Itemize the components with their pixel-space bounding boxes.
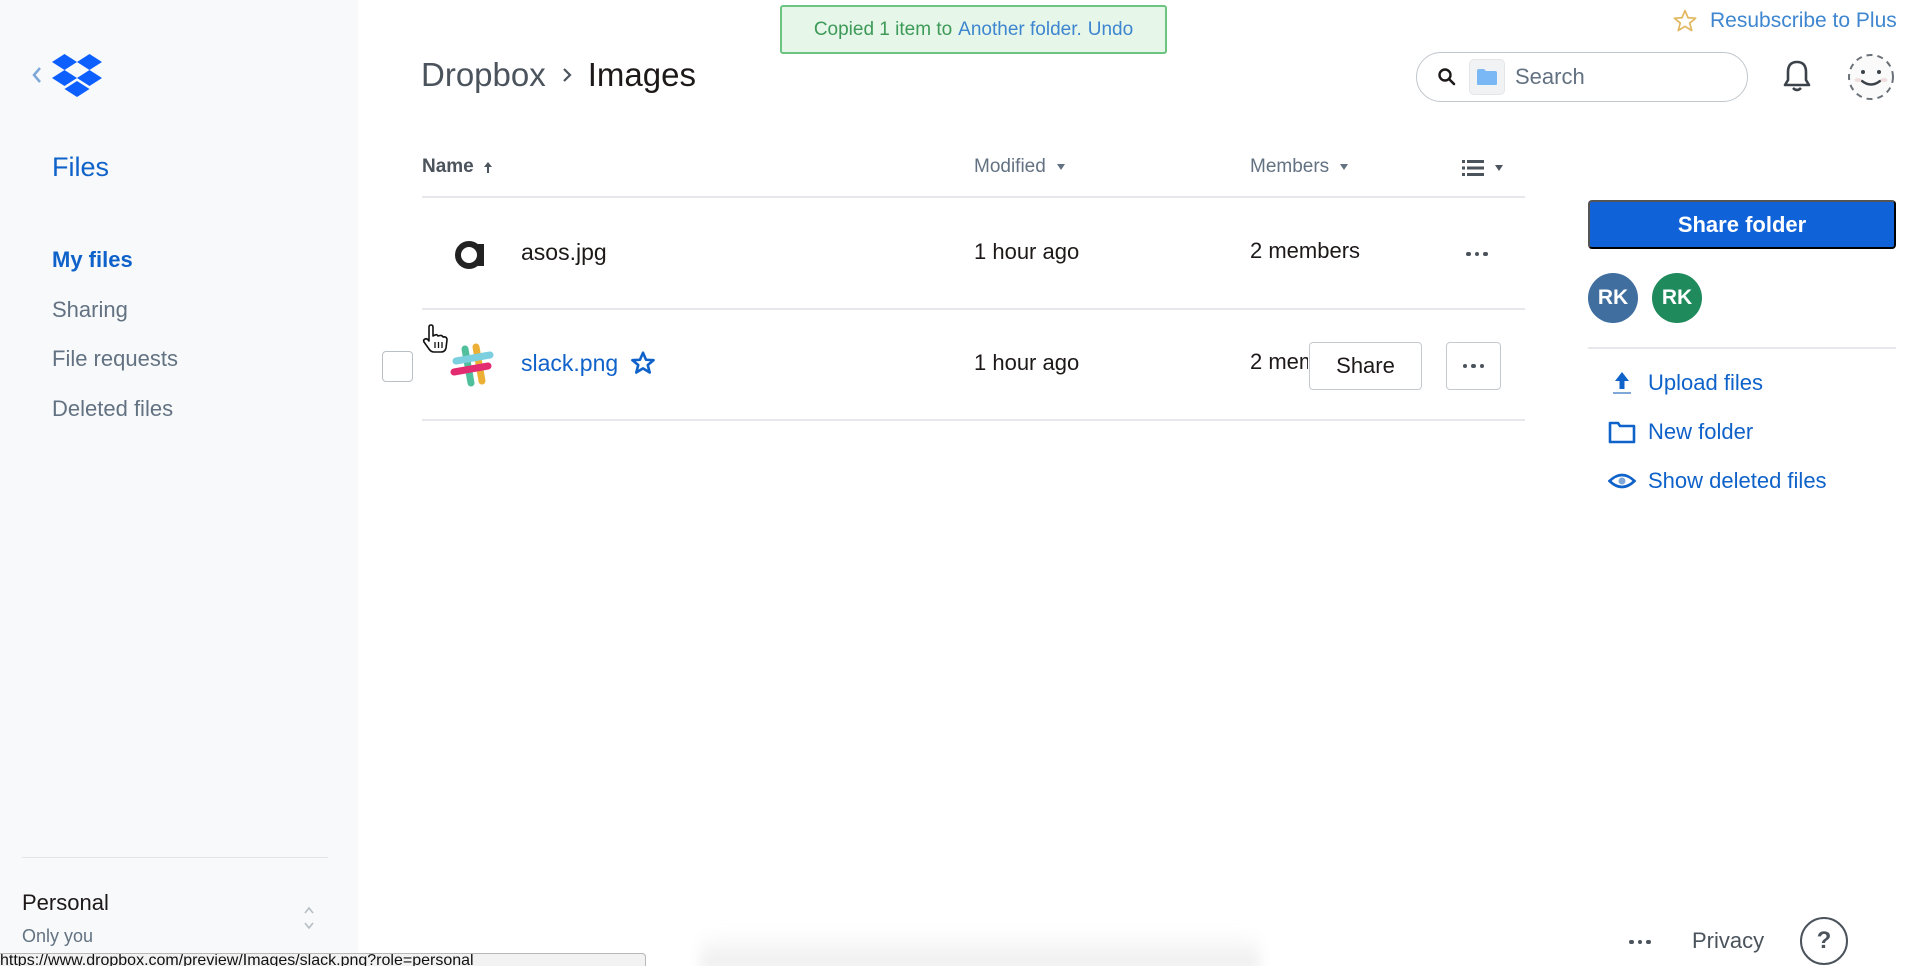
slack-thumbnail <box>446 341 496 391</box>
new-folder-label: New folder <box>1648 419 1754 444</box>
share-file-button[interactable]: Share <box>1309 342 1422 390</box>
more-options-button[interactable] <box>1462 239 1492 269</box>
bottom-panel-shadow <box>700 930 1260 966</box>
file-members: 2 members <box>1250 349 1308 374</box>
sidebar-divider <box>22 857 328 858</box>
team-switcher-icon[interactable] <box>302 902 316 934</box>
chevron-left-icon[interactable] <box>30 64 44 86</box>
search-scope-folder[interactable] <box>1469 59 1505 95</box>
slack-logo-icon <box>450 343 494 387</box>
sort-ascending-icon <box>483 162 492 173</box>
breadcrumb-current: Images <box>587 56 696 93</box>
toast-message: Copied 1 item to <box>813 18 953 40</box>
file-row[interactable]: asos.jpg 1 hour ago 2 members <box>422 199 1525 310</box>
privacy-link[interactable]: Privacy <box>1692 928 1764 954</box>
new-folder-action[interactable]: New folder <box>1608 419 1753 445</box>
caret-down-icon <box>1056 164 1065 170</box>
view-mode-toggle[interactable] <box>1462 159 1504 177</box>
chevron-right-icon <box>562 68 572 82</box>
column-header-modified[interactable]: Modified <box>974 156 1066 178</box>
more-dots-icon <box>1466 251 1488 257</box>
file-modified: 1 hour ago <box>974 350 1080 375</box>
resubscribe-link[interactable]: Resubscribe to Plus <box>1672 8 1897 34</box>
copy-notification-toast: Copied 1 item to Another folder. Undo <box>780 5 1167 54</box>
hand-cursor-icon <box>422 324 448 353</box>
member-avatar[interactable]: RK <box>1588 273 1638 323</box>
toast-undo-link[interactable]: Undo <box>1088 19 1133 41</box>
more-options-button[interactable] <box>1446 342 1501 390</box>
caret-down-icon <box>1495 165 1503 171</box>
sidebar-item-my-files[interactable]: My files <box>52 244 178 294</box>
row-select-checkbox[interactable] <box>382 351 413 382</box>
team-subtitle: Only you <box>22 926 94 946</box>
eye-icon <box>1608 473 1636 489</box>
file-members: 2 members <box>1250 238 1361 263</box>
help-button[interactable]: ? <box>1800 917 1848 965</box>
column-header-name[interactable]: Name <box>422 156 494 178</box>
asos-thumbnail <box>446 230 496 280</box>
footer-more-button[interactable] <box>1626 932 1654 952</box>
bell-icon[interactable] <box>1782 58 1812 94</box>
more-dots-icon <box>1629 939 1651 945</box>
file-name[interactable]: slack.png <box>521 350 618 377</box>
breadcrumb: Dropbox Images <box>421 56 696 94</box>
column-members-label: Members <box>1250 156 1330 177</box>
account-avatar-icon[interactable] <box>1846 52 1896 102</box>
file-name[interactable]: asos.jpg <box>521 239 607 266</box>
search-icon <box>1438 68 1456 86</box>
toast-folder-link[interactable]: Another folder. <box>958 19 1082 41</box>
show-deleted-files-label: Show deleted files <box>1648 468 1827 493</box>
sidebar-item-sharing[interactable]: Sharing <box>52 294 178 344</box>
star-icon[interactable] <box>630 350 656 376</box>
upload-files-action[interactable]: Upload files <box>1608 370 1763 396</box>
more-dots-icon <box>1462 363 1485 369</box>
member-avatar[interactable]: RK <box>1652 273 1702 323</box>
help-icon: ? <box>1816 927 1832 954</box>
folder-icon <box>1477 69 1497 85</box>
search-box[interactable] <box>1416 52 1748 102</box>
column-header-members[interactable]: Members <box>1250 156 1349 178</box>
list-view-icon <box>1462 160 1484 176</box>
sidebar-item-deleted-files[interactable]: Deleted files <box>52 393 178 443</box>
upload-files-label: Upload files <box>1648 370 1763 395</box>
sidebar: Files My files Sharing File requests Del… <box>0 0 358 966</box>
resubscribe-label: Resubscribe to Plus <box>1710 9 1897 32</box>
column-modified-label: Modified <box>974 156 1046 177</box>
breadcrumb-root[interactable]: Dropbox <box>421 56 546 94</box>
search-input[interactable] <box>1515 64 1685 90</box>
dropbox-logo-icon[interactable] <box>52 54 102 98</box>
column-name-label: Name <box>422 156 474 177</box>
file-modified: 1 hour ago <box>974 239 1080 264</box>
sidebar-nav: My files Sharing File requests Deleted f… <box>52 244 178 442</box>
sidebar-item-file-requests[interactable]: File requests <box>52 343 178 393</box>
star-outline-icon <box>1673 9 1697 32</box>
browser-status-url: https://www.dropbox.com/preview/Images/s… <box>0 953 646 966</box>
panel-divider <box>1588 347 1896 349</box>
asos-logo-icon <box>455 241 484 269</box>
folder-icon <box>1608 421 1636 444</box>
share-folder-button[interactable]: Share folder <box>1588 200 1896 249</box>
show-deleted-files-action[interactable]: Show deleted files <box>1608 468 1827 494</box>
upload-icon <box>1613 372 1631 394</box>
files-section-title[interactable]: Files <box>52 152 109 183</box>
file-list-header: Name Modified Members <box>422 150 1525 198</box>
team-name[interactable]: Personal <box>22 890 109 916</box>
caret-down-icon <box>1340 164 1349 170</box>
